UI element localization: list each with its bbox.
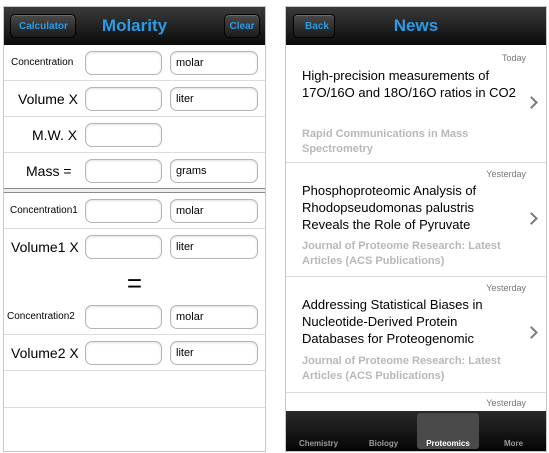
- chevron-right-icon: [525, 96, 538, 109]
- concentration2-input[interactable]: [85, 305, 162, 329]
- concentration-label: Concentration: [11, 57, 74, 68]
- concentration1-input[interactable]: [85, 199, 162, 223]
- news-item[interactable]: Today High-precision measurements of 17O…: [286, 45, 546, 163]
- mass-input[interactable]: [85, 159, 162, 183]
- news-date: Today: [501, 53, 526, 63]
- news-screen: Back News Today High-precision measureme…: [285, 6, 547, 452]
- equals-sign: =: [126, 268, 143, 298]
- volume2-row: Volume2 X liter: [4, 335, 265, 371]
- molecular-weight-input[interactable]: [85, 123, 162, 147]
- volume-unit-field[interactable]: liter: [170, 87, 258, 111]
- clear-button[interactable]: Clear: [224, 14, 260, 38]
- concentration-input[interactable]: [85, 51, 162, 75]
- concentration2-unit-field[interactable]: molar: [170, 305, 258, 329]
- empty-row-divider: [4, 407, 265, 408]
- chevron-right-icon: [525, 212, 538, 225]
- news-item[interactable]: Yesterday Addressing Statistical Biases …: [286, 277, 546, 393]
- news-navbar: Back News: [286, 7, 546, 45]
- news-item[interactable]: Yesterday Phosphoproteomic Analysis of R…: [286, 163, 546, 277]
- volume1-unit-field[interactable]: liter: [170, 235, 258, 259]
- concentration2-row: Concentration2 molar: [4, 299, 265, 335]
- calculator-navbar: Calculator Molarity Clear: [4, 7, 265, 45]
- volume2-unit-field[interactable]: liter: [170, 341, 258, 365]
- concentration1-row: Concentration1 molar: [4, 193, 265, 229]
- volume-label: Volume X: [18, 91, 78, 107]
- volume-input[interactable]: [85, 87, 162, 111]
- news-source: Journal of Proteome Research: Latest Art…: [302, 240, 501, 267]
- news-date: Yesterday: [486, 398, 526, 408]
- mass-unit-field[interactable]: grams: [170, 159, 258, 183]
- news-source: Journal of Proteome Research: Latest Art…: [302, 355, 501, 382]
- volume2-input[interactable]: [85, 341, 162, 365]
- tab-biology[interactable]: Biology: [351, 411, 416, 451]
- tab-chemistry[interactable]: Chemistry: [286, 411, 351, 451]
- news-headline: Addressing Statistical Biases in Nucleot…: [302, 297, 483, 346]
- tab-proteomics[interactable]: Proteomics: [417, 413, 479, 449]
- news-item[interactable]: Yesterday: [286, 393, 546, 413]
- volume-row: Volume X liter: [4, 81, 265, 117]
- news-date: Yesterday: [486, 169, 526, 179]
- molecular-weight-label: M.W. X: [32, 127, 78, 143]
- news-source: Rapid Communications in Mass Spectrometr…: [302, 128, 469, 155]
- news-headline: High-precision measurements of 17O/16O a…: [302, 68, 516, 100]
- mass-row: Mass = grams: [4, 153, 265, 189]
- molecular-weight-row: M.W. X: [4, 117, 265, 153]
- news-headline: Phosphoproteomic Analysis of Rhodopseudo…: [302, 183, 477, 232]
- volume2-label: Volume2 X: [11, 345, 79, 361]
- mass-label: Mass =: [26, 163, 72, 179]
- tab-more[interactable]: More: [481, 411, 546, 451]
- news-date: Yesterday: [486, 283, 526, 293]
- concentration1-unit-field[interactable]: molar: [170, 199, 258, 223]
- concentration2-label: Concentration2: [7, 311, 75, 322]
- tab-bar: Chemistry Biology Proteomics More: [286, 411, 546, 451]
- molarity-screen: Calculator Molarity Clear Concentration …: [3, 6, 266, 452]
- news-title: News: [393, 16, 439, 35]
- concentration-unit-field[interactable]: molar: [170, 51, 258, 75]
- chevron-right-icon: [525, 326, 538, 339]
- concentration-row: Concentration molar: [4, 45, 265, 81]
- volume1-input[interactable]: [85, 235, 162, 259]
- concentration1-label: Concentration1: [10, 205, 78, 216]
- volume1-label: Volume1 X: [11, 239, 79, 255]
- volume1-row: Volume1 X liter: [4, 229, 265, 265]
